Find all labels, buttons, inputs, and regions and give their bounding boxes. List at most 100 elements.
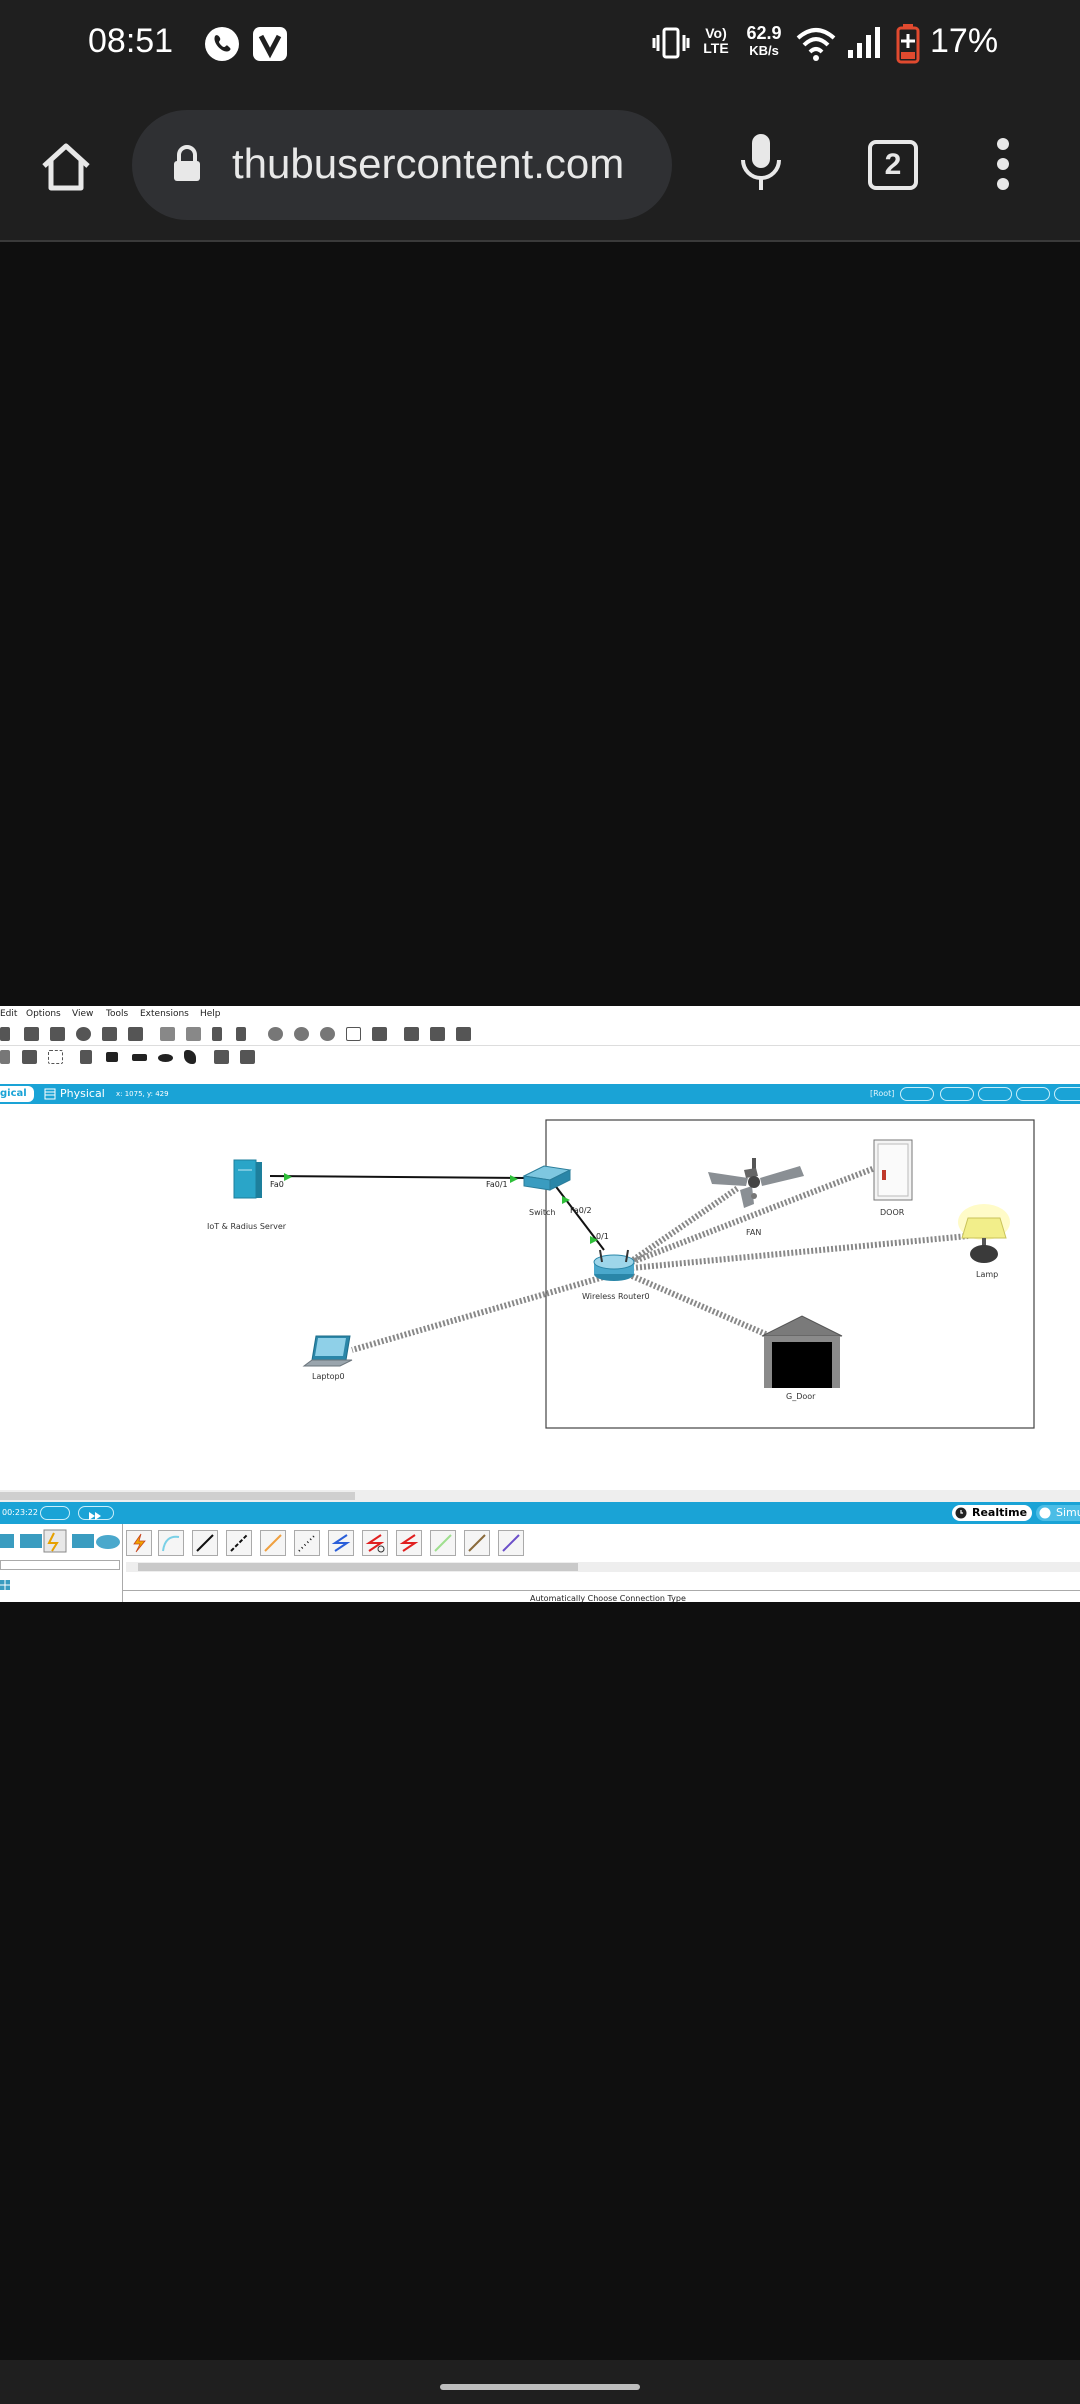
serial-dce-button[interactable] bbox=[362, 1530, 388, 1556]
iot-cable-icon bbox=[468, 1534, 486, 1552]
device-search-field[interactable] bbox=[0, 1560, 120, 1570]
browser-toolbar: thubusercontent.com 2 bbox=[0, 90, 1080, 242]
physical-view-icon bbox=[44, 1088, 56, 1100]
console-cable-button[interactable] bbox=[158, 1530, 184, 1556]
environment-button[interactable] bbox=[1054, 1087, 1080, 1101]
home-gesture-handle[interactable] bbox=[440, 2384, 640, 2390]
background-image-icon[interactable] bbox=[456, 1027, 471, 1041]
tab-physical[interactable]: Physical bbox=[44, 1086, 105, 1102]
iot-custom-cable-button[interactable] bbox=[464, 1530, 490, 1556]
laptop-label: Laptop0 bbox=[312, 1372, 345, 1381]
logical-workspace[interactable]: IoT & Radius Server Fa0 Fa0/1 Switch Fa0… bbox=[0, 1104, 1080, 1490]
coaxial-cable-button[interactable] bbox=[328, 1530, 354, 1556]
server-label: IoT & Radius Server bbox=[207, 1222, 287, 1231]
laptop-icon[interactable] bbox=[302, 1335, 353, 1367]
url-bar[interactable]: thubusercontent.com bbox=[132, 110, 672, 220]
crossover-cable-button[interactable] bbox=[226, 1530, 252, 1556]
line-tool-icon[interactable] bbox=[106, 1052, 118, 1062]
fiber-cable-button[interactable] bbox=[260, 1530, 286, 1556]
battery-icon bbox=[896, 24, 920, 69]
connections-scrollbar-thumb[interactable] bbox=[138, 1563, 578, 1571]
end-devices-icon[interactable] bbox=[20, 1534, 42, 1548]
power-cycle-button[interactable] bbox=[40, 1506, 70, 1520]
tab-logical[interactable]: gical bbox=[0, 1086, 34, 1102]
simulation-mode-button[interactable]: Simu bbox=[1036, 1505, 1080, 1521]
paste-icon[interactable] bbox=[186, 1027, 201, 1041]
lamp-icon[interactable] bbox=[958, 1204, 1010, 1263]
menu-view[interactable]: View bbox=[72, 1009, 93, 1019]
undo-icon[interactable] bbox=[212, 1027, 222, 1041]
fast-forward-button[interactable] bbox=[78, 1506, 114, 1520]
scrollbar-thumb[interactable] bbox=[0, 1492, 355, 1500]
zoom-in-icon[interactable] bbox=[268, 1027, 283, 1041]
usb-cable-button[interactable] bbox=[498, 1530, 524, 1556]
multiuser-icon[interactable] bbox=[96, 1535, 120, 1549]
select-icon[interactable] bbox=[0, 1050, 10, 1064]
clock-icon bbox=[955, 1507, 967, 1519]
viewport-icon[interactable] bbox=[404, 1027, 419, 1041]
microphone-icon[interactable] bbox=[738, 132, 784, 199]
activity-wizard-icon[interactable] bbox=[102, 1027, 117, 1041]
drawing-palette-icon[interactable] bbox=[346, 1027, 361, 1041]
menu-extensions[interactable]: Extensions bbox=[140, 1009, 189, 1019]
wireless-link-laptop bbox=[351, 1271, 615, 1353]
menu-options[interactable]: Options bbox=[26, 1009, 61, 1019]
wireless-router-icon[interactable] bbox=[593, 1249, 635, 1281]
custom-device-icon[interactable] bbox=[372, 1027, 387, 1041]
tab-physical-label: Physical bbox=[60, 1087, 105, 1100]
save-icon[interactable] bbox=[24, 1027, 39, 1041]
custom-devices-dialog-icon[interactable] bbox=[430, 1027, 445, 1041]
move-object-button[interactable] bbox=[940, 1087, 974, 1101]
add-pdu-icon[interactable] bbox=[214, 1050, 229, 1064]
server-icon[interactable] bbox=[233, 1159, 262, 1199]
wireless-link-garage bbox=[630, 1273, 772, 1339]
print-icon[interactable] bbox=[50, 1027, 65, 1041]
octal-cable-button[interactable] bbox=[430, 1530, 456, 1556]
embedded-screenshot: Edit Options View Tools Extensions Help bbox=[0, 1006, 1080, 1602]
network-info-icon[interactable] bbox=[128, 1027, 143, 1041]
garage-door-icon[interactable] bbox=[761, 1315, 843, 1388]
new-file-icon[interactable] bbox=[0, 1027, 10, 1041]
info-icon[interactable] bbox=[76, 1027, 91, 1041]
grid-icon bbox=[0, 1576, 10, 1590]
copy-icon[interactable] bbox=[160, 1027, 175, 1041]
new-cluster-button[interactable] bbox=[900, 1087, 934, 1101]
viewport-button[interactable] bbox=[1016, 1087, 1050, 1101]
phone-cable-button[interactable] bbox=[294, 1530, 320, 1556]
battery-percent: 17% bbox=[930, 22, 999, 60]
components-icon[interactable] bbox=[72, 1534, 94, 1548]
realtime-mode-button[interactable]: Realtime bbox=[952, 1505, 1032, 1521]
link-server-switch[interactable] bbox=[269, 1175, 525, 1179]
resize-icon[interactable] bbox=[48, 1050, 63, 1064]
crossover-cable-icon bbox=[230, 1534, 248, 1552]
door-icon[interactable] bbox=[873, 1139, 913, 1201]
note-icon[interactable] bbox=[80, 1050, 92, 1064]
zoom-out-icon[interactable] bbox=[320, 1027, 335, 1041]
connections-scrollbar[interactable] bbox=[126, 1562, 1080, 1572]
redo-icon[interactable] bbox=[236, 1027, 246, 1041]
set-tiled-background-button[interactable] bbox=[978, 1087, 1012, 1101]
root-breadcrumb: [Root] bbox=[870, 1089, 895, 1098]
network-devices-icon[interactable] bbox=[0, 1534, 14, 1548]
rectangle-tool-icon[interactable] bbox=[132, 1054, 147, 1061]
serial-dte-button[interactable] bbox=[396, 1530, 422, 1556]
workspace-horizontal-scrollbar[interactable] bbox=[0, 1490, 1080, 1502]
realtime-label: Realtime bbox=[972, 1506, 1028, 1519]
switch-label: Switch bbox=[529, 1208, 556, 1217]
home-icon[interactable] bbox=[38, 138, 94, 194]
auto-connection-button[interactable] bbox=[126, 1530, 152, 1556]
fan-label: FAN bbox=[746, 1228, 762, 1237]
menu-edit[interactable]: Edit bbox=[0, 1009, 17, 1019]
connections-icon[interactable] bbox=[43, 1529, 67, 1553]
menu-help[interactable]: Help bbox=[200, 1009, 221, 1019]
complex-pdu-icon[interactable] bbox=[240, 1050, 255, 1064]
menu-tools[interactable]: Tools bbox=[106, 1009, 128, 1019]
ellipse-tool-icon[interactable] bbox=[158, 1054, 173, 1062]
straight-through-cable-button[interactable] bbox=[192, 1530, 218, 1556]
more-options-icon[interactable] bbox=[996, 136, 1010, 197]
delete-icon[interactable] bbox=[22, 1050, 37, 1064]
freeform-tool-icon[interactable] bbox=[184, 1050, 196, 1064]
switch-icon[interactable] bbox=[522, 1165, 572, 1191]
tab-switcher-button[interactable]: 2 bbox=[868, 140, 918, 190]
zoom-reset-icon[interactable] bbox=[294, 1027, 309, 1041]
